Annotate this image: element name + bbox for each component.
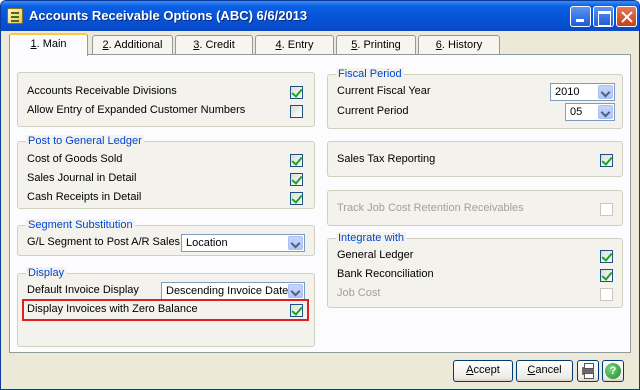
current-period-value: 05: [570, 106, 583, 118]
fiscal-period-title: Fiscal Period: [336, 68, 404, 80]
chevron-down-icon[interactable]: [288, 284, 303, 298]
tab-history[interactable]: 6. History: [418, 35, 500, 55]
general-ledger-checkbox[interactable]: [600, 250, 613, 263]
post-gl-title: Post to General Ledger: [26, 135, 144, 147]
accept-button[interactable]: Accept: [453, 360, 513, 382]
tab-printing[interactable]: 5. Printing: [336, 35, 416, 55]
tab-additional[interactable]: 2. Additional: [92, 35, 173, 55]
sales-journal-checkbox[interactable]: [290, 173, 303, 186]
print-button[interactable]: [577, 360, 599, 382]
chevron-down-icon[interactable]: [598, 85, 613, 99]
job-cost-retention-label: Track Job Cost Retention Receivables: [337, 202, 524, 214]
sales-tax-label: Sales Tax Reporting: [337, 153, 436, 165]
expanded-numbers-checkbox[interactable]: [290, 105, 303, 118]
integrate-title: Integrate with: [336, 232, 407, 244]
maximize-button[interactable]: [593, 6, 614, 27]
divisions-label: Accounts Receivable Divisions: [27, 85, 177, 97]
fiscal-year-value: 2010: [555, 86, 580, 98]
cash-receipts-checkbox[interactable]: [290, 192, 303, 205]
post-gl-group: Post to General Ledger Cost of Goods Sol…: [17, 135, 315, 209]
tab-main[interactable]: 1. Main: [9, 33, 88, 56]
window-title: Accounts Receivable Options (ABC) 6/6/20…: [29, 8, 308, 23]
general-ledger-label: General Ledger: [337, 249, 414, 261]
fiscal-year-select[interactable]: 2010: [550, 83, 615, 101]
cogs-label: Cost of Goods Sold: [27, 153, 123, 165]
display-title: Display: [26, 267, 67, 279]
app-icon: [7, 8, 23, 24]
options-window: Accounts Receivable Options (ABC) 6/6/20…: [0, 0, 640, 390]
minimize-button[interactable]: [570, 6, 591, 27]
help-button[interactable]: ?: [602, 360, 624, 382]
sales-tax-group: Sales Tax Reporting: [327, 141, 623, 177]
segment-select[interactable]: Location: [181, 234, 305, 252]
cash-receipts-label: Cash Receipts in Detail: [27, 191, 142, 203]
sales-tax-checkbox[interactable]: [600, 154, 613, 167]
job-cost-retention-checkbox[interactable]: [600, 203, 613, 216]
fiscal-period-group: Fiscal Period Current Fiscal Year 2010 C…: [327, 68, 623, 129]
segment-label: G/L Segment to Post A/R Sales: [27, 236, 181, 248]
tab-entry[interactable]: 4. Entry: [255, 35, 334, 55]
default-display-label: Default Invoice Display: [27, 284, 139, 296]
cogs-checkbox[interactable]: [290, 154, 303, 167]
fiscal-year-label: Current Fiscal Year: [337, 85, 431, 97]
default-display-value: Descending Invoice Date: [166, 285, 289, 297]
job-cost-checkbox[interactable]: [600, 288, 613, 301]
bank-reconciliation-checkbox[interactable]: [600, 269, 613, 282]
expanded-numbers-label: Allow Entry of Expanded Customer Numbers: [27, 104, 246, 116]
chevron-down-icon[interactable]: [598, 105, 613, 119]
default-display-select[interactable]: Descending Invoice Date: [161, 282, 305, 300]
segment-value: Location: [186, 237, 228, 249]
ar-divisions-group: Accounts Receivable Divisions Allow Entr…: [17, 72, 315, 127]
highlight-box: [22, 299, 309, 321]
integrate-group: Integrate with General Ledger Bank Recon…: [327, 232, 623, 308]
divisions-checkbox[interactable]: [290, 86, 303, 99]
job-cost-retention-group: Track Job Cost Retention Receivables: [327, 190, 623, 226]
printer-icon: [582, 363, 594, 379]
sales-journal-label: Sales Journal in Detail: [27, 172, 137, 184]
chevron-down-icon[interactable]: [288, 236, 303, 250]
help-icon: ?: [605, 363, 621, 379]
title-bar[interactable]: Accounts Receivable Options (ABC) 6/6/20…: [1, 1, 639, 31]
segment-title: Segment Substitution: [26, 219, 135, 231]
close-button[interactable]: [616, 6, 637, 27]
current-period-label: Current Period: [337, 105, 409, 117]
current-period-select[interactable]: 05: [565, 103, 615, 121]
bank-reconciliation-label: Bank Reconciliation: [337, 268, 434, 280]
segment-group: Segment Substitution G/L Segment to Post…: [17, 219, 315, 256]
cancel-button[interactable]: Cancel: [516, 360, 573, 382]
tab-credit[interactable]: 3. Credit: [175, 35, 253, 55]
job-cost-label: Job Cost: [337, 287, 381, 299]
